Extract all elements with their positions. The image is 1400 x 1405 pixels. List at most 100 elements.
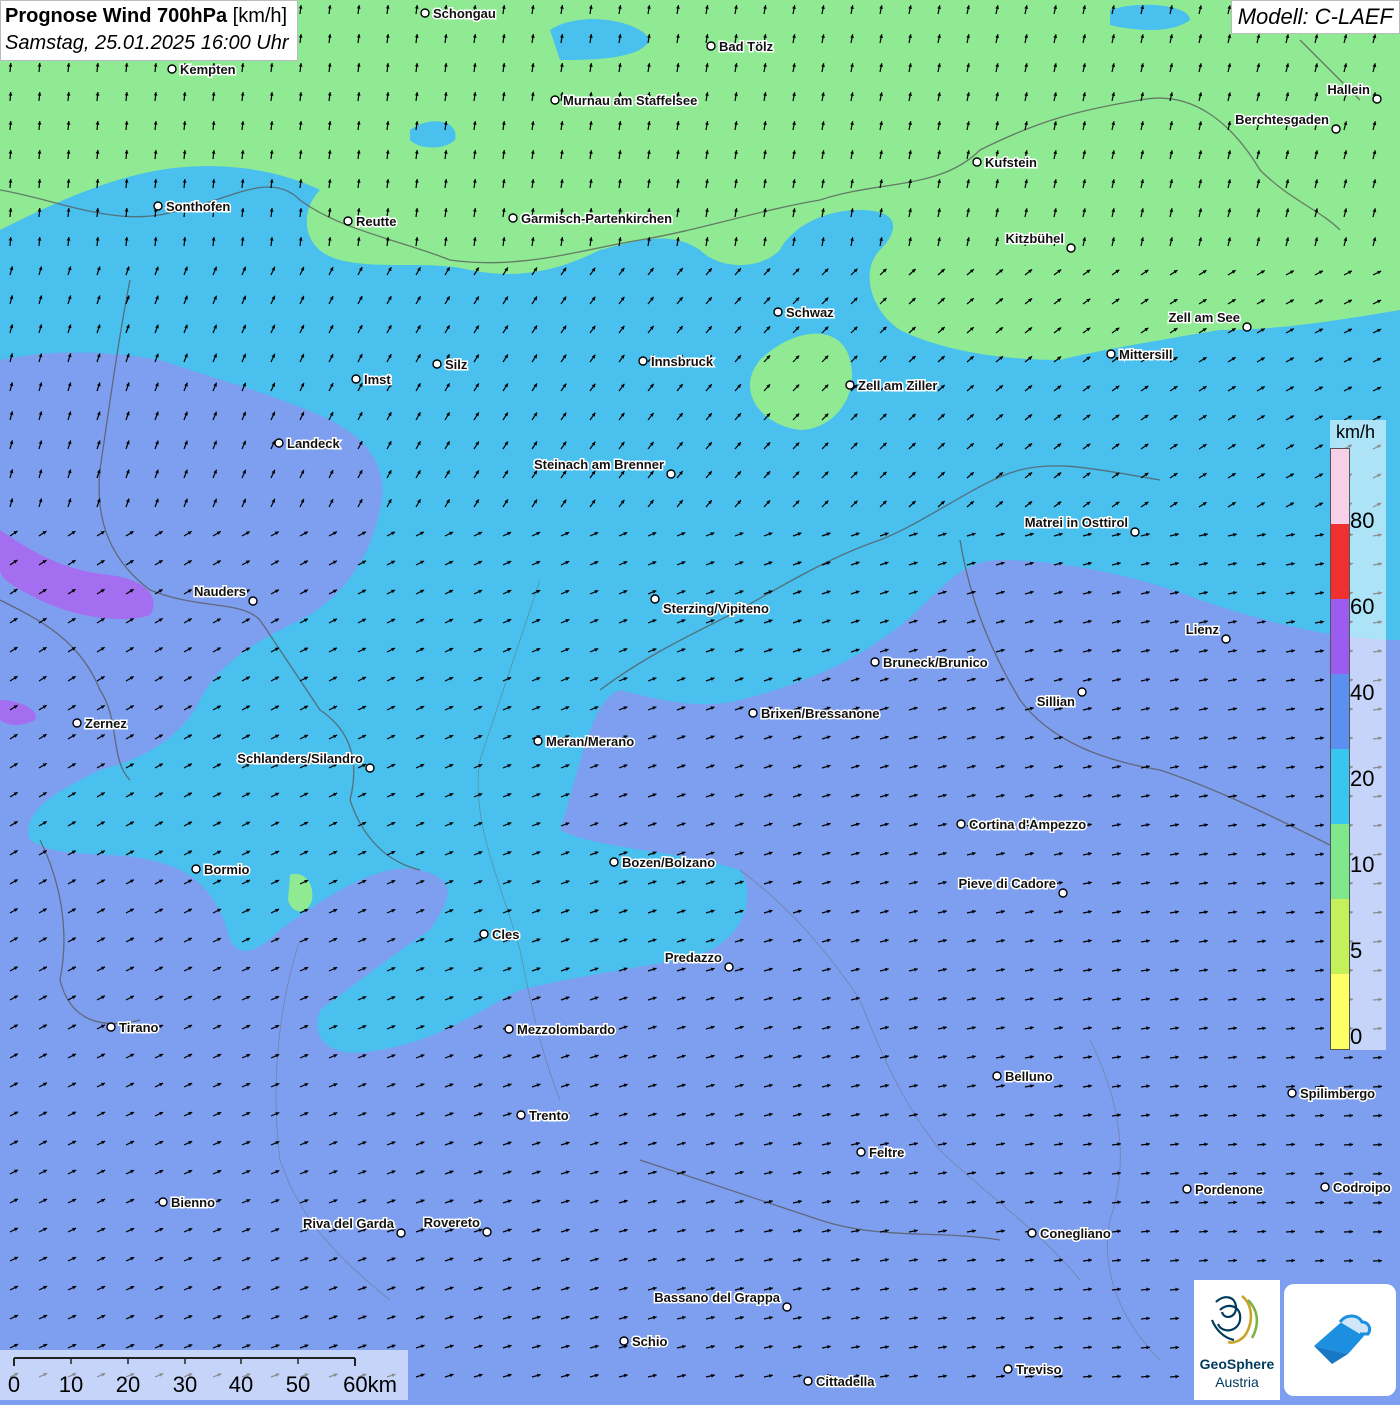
city-dot — [957, 820, 965, 828]
geosphere-emblem-icon — [1194, 1280, 1280, 1356]
city-marker: Bozen/Bolzano — [610, 855, 715, 870]
wind-map: SchongauBad TölzKemptenMurnau am Staffel… — [0, 0, 1400, 1400]
city-label: Spilimbergo — [1300, 1086, 1375, 1101]
city-marker: Bruneck/Brunico — [871, 655, 988, 670]
city-marker: Spilimbergo — [1288, 1086, 1375, 1101]
city-label: Kitzbühel — [1006, 231, 1065, 246]
city-dot — [1028, 1229, 1036, 1237]
city-marker: Murnau am Staffelsee — [551, 93, 697, 108]
city-dot — [725, 963, 733, 971]
city-dot — [433, 360, 441, 368]
city-dot — [1067, 244, 1075, 252]
city-label: Rovereto — [424, 1215, 480, 1230]
city-label: Belluno — [1005, 1069, 1053, 1084]
city-marker: Innsbruck — [639, 354, 714, 369]
geosphere-logo[interactable]: GeoSphere Austria — [1194, 1280, 1280, 1400]
city-label: Feltre — [869, 1145, 904, 1160]
city-label: Pordenone — [1195, 1182, 1263, 1197]
city-dot — [749, 709, 757, 717]
legend-label-5: 5 — [1350, 938, 1362, 964]
city-dot — [973, 158, 981, 166]
scale-label-20: 20 — [116, 1372, 140, 1397]
city-dot — [551, 96, 559, 104]
weather-app-logo[interactable] — [1284, 1284, 1396, 1396]
title-main: Prognose Wind 700hPa — [5, 5, 227, 27]
scale-bar-graphic: 0 10 20 30 40 50 60km — [0, 1350, 408, 1400]
city-dot — [192, 865, 200, 873]
scale-label-0: 0 — [8, 1372, 20, 1397]
city-dot — [505, 1025, 513, 1033]
legend: km/h 80 60 40 20 10 5 0 — [1330, 420, 1386, 1050]
city-dot — [534, 737, 542, 745]
city-dot — [275, 439, 283, 447]
city-dot — [168, 65, 176, 73]
city-marker: Zell am Ziller — [846, 378, 937, 393]
city-dot — [1373, 95, 1381, 103]
city-dot — [857, 1148, 865, 1156]
city-dot — [610, 858, 618, 866]
city-label: Landeck — [287, 436, 341, 451]
city-dot — [397, 1229, 405, 1237]
wind-app-icon — [1284, 1284, 1396, 1396]
city-dot — [249, 597, 257, 605]
city-label: Zell am Ziller — [858, 378, 937, 393]
city-dot — [517, 1111, 525, 1119]
city-label: Nauders — [194, 584, 246, 599]
city-dot — [774, 308, 782, 316]
city-dot — [483, 1228, 491, 1236]
map-title: Prognose Wind 700hPa [km/h] — [5, 3, 289, 30]
city-dot — [846, 381, 854, 389]
city-dot — [421, 9, 429, 17]
legend-label-20: 20 — [1350, 766, 1374, 792]
city-label: Zernez — [85, 716, 127, 731]
scale-label-10: 10 — [59, 1372, 83, 1397]
legend-label-80: 80 — [1350, 508, 1374, 534]
city-label: Cittadella — [816, 1374, 875, 1389]
scale-bar: 0 10 20 30 40 50 60km — [0, 1350, 408, 1400]
city-dot — [1078, 688, 1086, 696]
city-dot — [352, 375, 360, 383]
city-label: Zell am See — [1168, 310, 1240, 325]
city-dot — [804, 1377, 812, 1385]
city-dot — [480, 930, 488, 938]
city-label: Innsbruck — [651, 354, 714, 369]
city-label: Trento — [529, 1108, 569, 1123]
city-label: Sillian — [1037, 694, 1075, 709]
city-label: Kufstein — [985, 155, 1037, 170]
city-dot — [344, 217, 352, 225]
city-label: Meran/Merano — [546, 734, 634, 749]
legend-label-40: 40 — [1350, 680, 1374, 706]
city-label: Steinach am Brenner — [534, 457, 664, 472]
city-label: Schwaz — [786, 305, 834, 320]
city-dot — [1131, 528, 1139, 536]
city-label: Tirano — [119, 1020, 159, 1035]
city-dot — [1332, 125, 1340, 133]
city-label: Bormio — [204, 862, 250, 877]
forecast-date: Samstag, 25.01.2025 16:00 Uhr — [5, 30, 289, 57]
city-marker: Mezzolombardo — [505, 1022, 615, 1037]
city-dot — [620, 1337, 628, 1345]
city-label: Silz — [445, 357, 468, 372]
city-label: Garmisch-Partenkirchen — [521, 211, 672, 226]
city-marker: Brixen/Bressanone — [749, 706, 880, 721]
city-marker: Meran/Merano — [534, 734, 634, 749]
city-dot — [509, 214, 517, 222]
scale-label-50: 50 — [286, 1372, 310, 1397]
city-marker: Garmisch-Partenkirchen — [509, 211, 672, 226]
city-label: Lienz — [1186, 622, 1220, 637]
city-label: Sonthofen — [166, 199, 230, 214]
model-label: Modell: C-LAEF — [1231, 0, 1400, 34]
city-label: Treviso — [1016, 1362, 1062, 1377]
city-dot — [667, 470, 675, 478]
legend-label-60: 60 — [1350, 594, 1374, 620]
city-label: Bozen/Bolzano — [622, 855, 715, 870]
city-label: Hallein — [1327, 82, 1370, 97]
city-label: Berchtesgaden — [1235, 112, 1329, 127]
city-dot — [1107, 350, 1115, 358]
city-label: Mezzolombardo — [517, 1022, 615, 1037]
city-label: Codroipo — [1333, 1180, 1391, 1195]
city-marker: Sonthofen — [154, 199, 230, 214]
city-dot — [871, 658, 879, 666]
city-marker: Schongau — [421, 6, 496, 21]
city-dot — [1243, 323, 1251, 331]
